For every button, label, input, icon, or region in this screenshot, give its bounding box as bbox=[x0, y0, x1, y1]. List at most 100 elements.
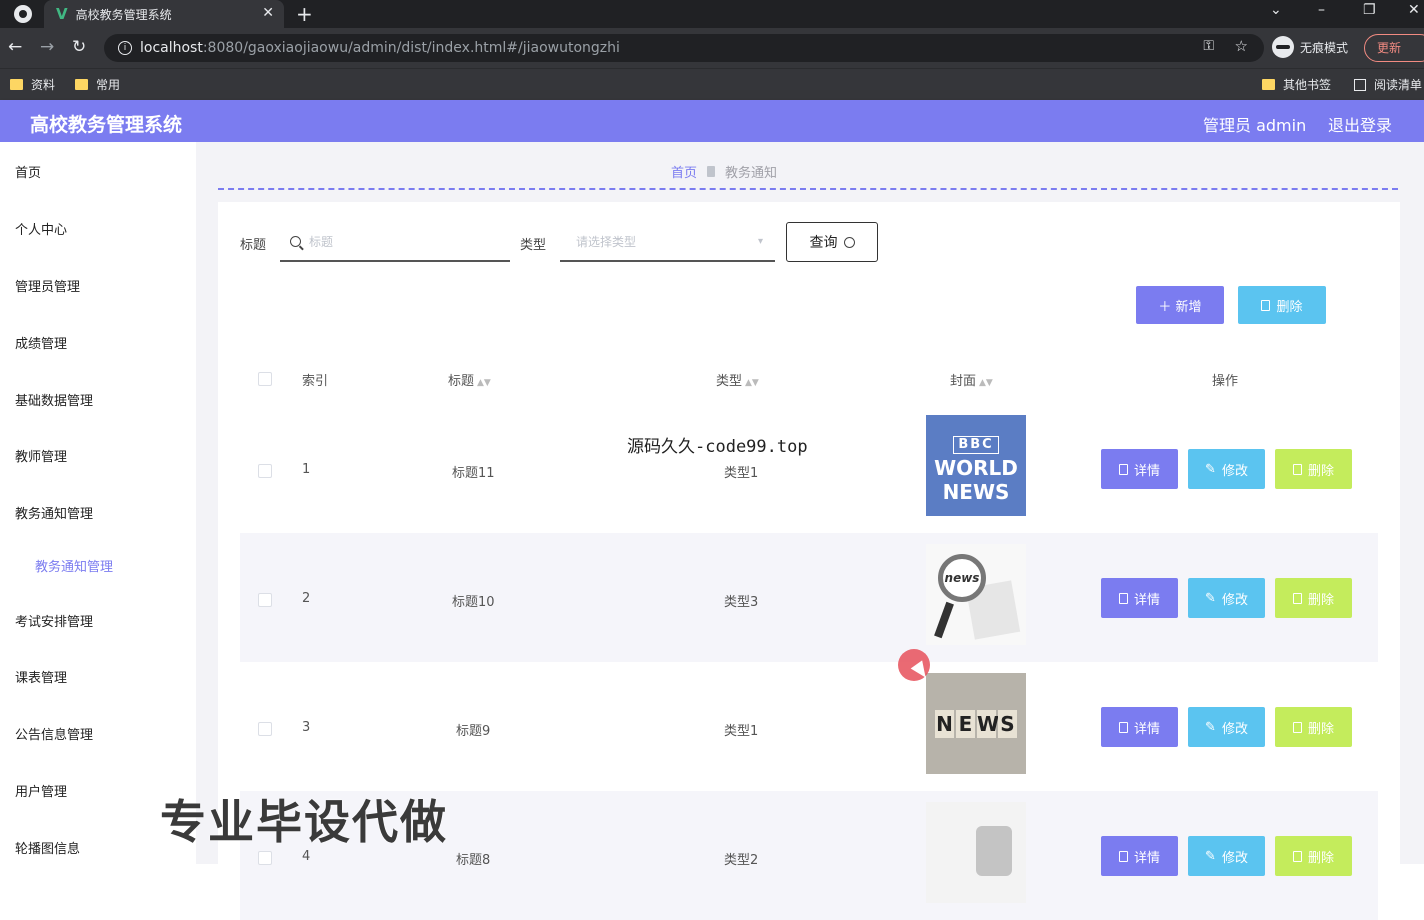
detail-button[interactable]: 详情 bbox=[1101, 578, 1178, 618]
sidebar-item-schedule[interactable]: 课表管理 bbox=[15, 667, 67, 686]
edit-button[interactable]: ✎ 修改 bbox=[1188, 707, 1265, 747]
delete-button[interactable]: 删除 bbox=[1275, 836, 1352, 876]
folder-icon bbox=[10, 79, 23, 90]
detail-label: 详情 bbox=[1133, 721, 1160, 737]
bookmark-folder-ziliao[interactable]: 资料 bbox=[10, 76, 55, 93]
cell-title: 标题11 bbox=[452, 466, 495, 481]
delete-label: 删除 bbox=[1307, 592, 1334, 608]
password-key-icon[interactable]: ⚿ bbox=[1203, 38, 1214, 54]
forward-icon[interactable]: → bbox=[40, 37, 54, 57]
detail-button[interactable]: 详情 bbox=[1101, 449, 1178, 489]
sidebar-item-admin-mgmt[interactable]: 管理员管理 bbox=[15, 276, 80, 295]
column-header-title[interactable]: 标题 ▲▼ bbox=[448, 370, 491, 389]
logout-button[interactable]: 退出登录 bbox=[1328, 112, 1392, 136]
table-row: 3 标题9 类型1 NEWS 详情 ✎ 修改 删除 bbox=[240, 662, 1378, 791]
delete-label: 删除 bbox=[1307, 463, 1334, 479]
tab-close-icon[interactable]: ✕ bbox=[262, 5, 274, 21]
breadcrumb: 首页 教务通知 bbox=[671, 162, 777, 181]
cell-index: 3 bbox=[302, 720, 311, 735]
add-button[interactable]: ＋ 新增 bbox=[1136, 286, 1224, 324]
bookmark-star-icon[interactable]: ☆ bbox=[1235, 37, 1248, 55]
breadcrumb-home[interactable]: 首页 bbox=[671, 162, 697, 181]
sidebar-item-notice-group[interactable]: 教务通知管理 bbox=[15, 503, 93, 522]
sort-icon[interactable]: ▲▼ bbox=[979, 378, 993, 388]
column-header-type[interactable]: 类型 ▲▼ bbox=[716, 370, 759, 389]
title-search-input[interactable]: 标题 bbox=[280, 222, 510, 262]
column-header-index: 索引 bbox=[302, 374, 329, 389]
pencil-icon: ✎ bbox=[1205, 590, 1216, 606]
tab-search-chevron-icon[interactable]: ⌄ bbox=[1270, 2, 1282, 18]
reload-icon[interactable]: ↻ bbox=[72, 37, 86, 57]
cell-type: 类型2 bbox=[724, 853, 759, 868]
browser-tab[interactable]: V 高校教务管理系统 ✕ bbox=[44, 0, 284, 28]
site-info-icon[interactable]: i bbox=[118, 41, 132, 55]
maximize-icon[interactable]: ❐ bbox=[1363, 2, 1376, 18]
sidebar-item-grades[interactable]: 成绩管理 bbox=[15, 333, 67, 352]
column-header-cover[interactable]: 封面 ▲▼ bbox=[950, 370, 993, 389]
cover-world-text: WORLD bbox=[934, 456, 1018, 480]
cell-title: 标题10 bbox=[452, 595, 495, 610]
row-checkbox[interactable] bbox=[258, 464, 272, 478]
sidebar-item-carousel[interactable]: 轮播图信息 bbox=[15, 838, 80, 857]
trash-icon bbox=[1292, 850, 1302, 862]
new-tab-icon[interactable]: + bbox=[296, 2, 313, 26]
cell-title: 标题9 bbox=[456, 724, 491, 739]
sidebar-subitem-notice-mgmt[interactable]: 教务通知管理 bbox=[35, 556, 113, 575]
minimize-icon[interactable]: – bbox=[1318, 2, 1325, 18]
bookmark-folder-changyong[interactable]: 常用 bbox=[75, 76, 120, 93]
app-title: 高校教务管理系统 bbox=[30, 114, 183, 136]
sort-icon[interactable]: ▲▼ bbox=[745, 378, 759, 388]
column-cover-label: 封面 bbox=[950, 374, 977, 389]
delete-button[interactable]: 删除 bbox=[1275, 578, 1352, 618]
other-bookmarks[interactable]: 其他书签 bbox=[1262, 76, 1331, 93]
type-placeholder: 请选择类型 bbox=[576, 234, 637, 249]
row-checkbox[interactable] bbox=[258, 593, 272, 607]
delete-button[interactable]: 删除 bbox=[1275, 449, 1352, 489]
sidebar-item-users[interactable]: 用户管理 bbox=[15, 781, 67, 800]
incognito-indicator[interactable]: 无痕模式 bbox=[1272, 36, 1348, 58]
edit-button[interactable]: ✎ 修改 bbox=[1188, 578, 1265, 618]
delete-label: 删除 bbox=[1307, 850, 1334, 866]
detail-button[interactable]: 详情 bbox=[1101, 836, 1178, 876]
detail-button[interactable]: 详情 bbox=[1101, 707, 1178, 747]
back-icon[interactable]: ← bbox=[8, 37, 22, 57]
detail-label: 详情 bbox=[1133, 850, 1160, 866]
sidebar-item-profile[interactable]: 个人中心 bbox=[15, 219, 67, 238]
browser-toolbar: ← → ↻ i localhost:8080/gaoxiaojiaowu/adm… bbox=[0, 28, 1424, 68]
row-checkbox[interactable] bbox=[258, 722, 272, 736]
row-checkbox[interactable] bbox=[258, 851, 272, 865]
update-button[interactable]: 更新 bbox=[1364, 34, 1424, 62]
letter-block: S bbox=[998, 709, 1017, 738]
sidebar-item-basic-data[interactable]: 基础数据管理 bbox=[15, 390, 93, 409]
cell-type: 类型1 bbox=[724, 466, 759, 481]
type-filter-label: 类型 bbox=[520, 238, 547, 253]
window-close-icon[interactable]: ✕ bbox=[1408, 2, 1420, 18]
sidebar-item-teachers[interactable]: 教师管理 bbox=[15, 446, 67, 465]
tab-title: 高校教务管理系统 bbox=[75, 7, 172, 22]
type-select[interactable]: 请选择类型 ▾ bbox=[560, 222, 775, 262]
title-placeholder: 标题 bbox=[309, 234, 334, 249]
query-button[interactable]: 查询 bbox=[786, 222, 878, 262]
cursor-indicator-icon bbox=[898, 649, 930, 681]
edit-button[interactable]: ✎ 修改 bbox=[1188, 449, 1265, 489]
reading-list[interactable]: 阅读清单 bbox=[1354, 76, 1422, 93]
cell-index: 1 bbox=[302, 462, 311, 477]
batch-delete-button[interactable]: 删除 bbox=[1238, 286, 1326, 324]
address-bar[interactable]: i localhost:8080/gaoxiaojiaowu/admin/dis… bbox=[104, 34, 1264, 62]
edit-button[interactable]: ✎ 修改 bbox=[1188, 836, 1265, 876]
other-bookmarks-label: 其他书签 bbox=[1283, 78, 1332, 92]
cover-image-bbc: BBC WORLD NEWS bbox=[926, 415, 1026, 516]
letter-block: E bbox=[956, 709, 975, 738]
pencil-icon: ✎ bbox=[1205, 719, 1216, 735]
sidebar-item-announcements[interactable]: 公告信息管理 bbox=[15, 724, 93, 743]
cell-title: 标题8 bbox=[456, 853, 491, 868]
sidebar-item-exams[interactable]: 考试安排管理 bbox=[15, 611, 93, 630]
letter-block: N bbox=[935, 709, 954, 738]
delete-button[interactable]: 删除 bbox=[1275, 707, 1352, 747]
sidebar-item-home[interactable]: 首页 bbox=[15, 162, 41, 181]
sort-icon[interactable]: ▲▼ bbox=[477, 378, 491, 388]
cover-image-news-blocks: NEWS bbox=[926, 673, 1026, 774]
trash-icon bbox=[1261, 299, 1271, 311]
magnifier-lens: news bbox=[938, 554, 986, 602]
select-all-checkbox[interactable] bbox=[258, 372, 272, 386]
